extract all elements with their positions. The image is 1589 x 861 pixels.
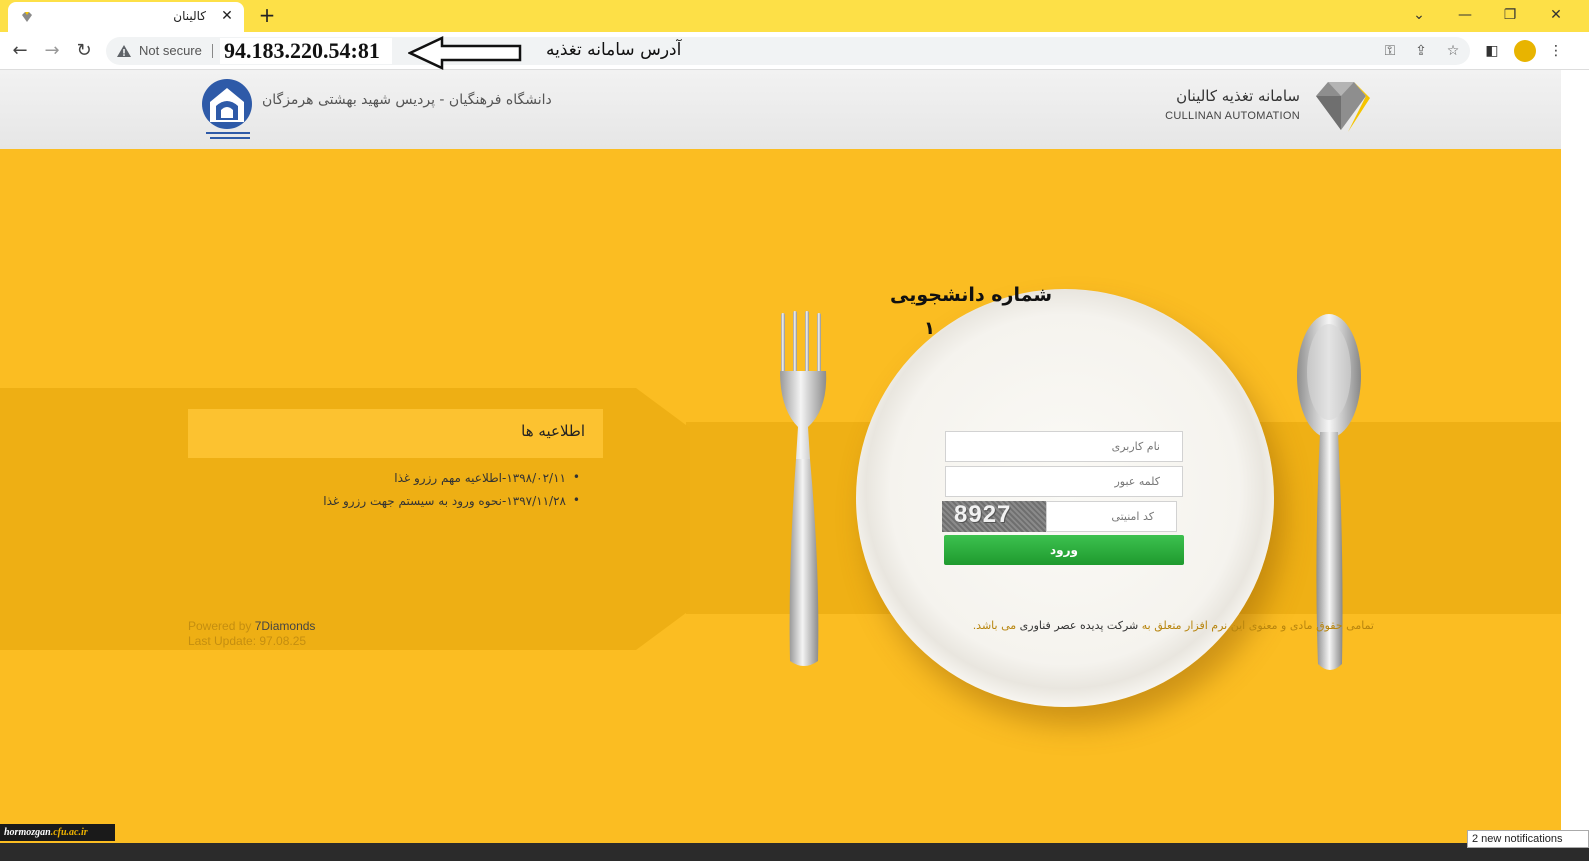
diamond-logo-icon[interactable]	[1308, 78, 1374, 134]
brand-subtitle: CULLINAN AUTOMATION	[1165, 110, 1300, 122]
username-input[interactable]: نام کاربری	[945, 431, 1183, 462]
star-bookmark-icon[interactable]: ☆	[1444, 42, 1462, 60]
news-list: ۱۳۹۸/۰۲/۱۱-اطلاعیه مهم رزرو غذا ۱۳۹۷/۱۱/…	[188, 470, 580, 517]
side-panel-icon[interactable]: ◧	[1482, 41, 1502, 61]
url-highlight: 94.183.220.54:81	[220, 38, 392, 64]
student-number-annotation: شماره دانشجویی	[890, 284, 1053, 306]
university-name: دانشگاه فرهنگیان - پردیس شهید بهشتی هرمز…	[262, 92, 552, 108]
site-watermark: hormozgan.cfu.ac.ir	[0, 824, 115, 841]
watermark-main: hormozgan	[4, 827, 51, 838]
address-bar[interactable]: Not secure 94.183.220.54:81 آدرس سامانه …	[106, 36, 1470, 70]
security-label[interactable]: Not secure	[139, 43, 202, 58]
main-content: اطلاعیه ها ۱۳۹۸/۰۲/۱۱-اطلاعیه مهم رزرو غ…	[0, 149, 1561, 843]
username-placeholder: نام کاربری	[1111, 440, 1160, 453]
tab-search-chevron-icon[interactable]: ⌄	[1408, 4, 1430, 26]
last-update: Last Update: 97.08.25	[188, 634, 307, 648]
powered-prefix: Powered by	[188, 619, 252, 633]
captcha-input[interactable]: کد امنیتی	[1046, 501, 1177, 532]
powered-by: Powered by 7Diamonds Last Update: 97.08.…	[188, 619, 315, 649]
fork-icon	[780, 311, 827, 666]
login-button[interactable]: ورود	[944, 535, 1184, 565]
watermark-domain: .cfu.ac.ir	[50, 827, 88, 838]
reload-icon[interactable]: ↻	[73, 40, 95, 62]
copyright-notice: تمامی حقوق مادی و معنوی این نرم افزار مت…	[973, 619, 1374, 632]
browser-tab[interactable]: کالینان ✕	[8, 2, 244, 32]
captcha-placeholder: کد امنیتی	[1111, 510, 1154, 523]
share-icon[interactable]: ⇪	[1412, 42, 1430, 60]
site-header: دانشگاه فرهنگیان - پردیس شهید بهشتی هرمز…	[0, 70, 1561, 149]
browser-tab-strip: کالینان ✕ + ⌄ — ❐ ✕	[0, 0, 1589, 32]
password-annotation: ۱	[924, 318, 935, 339]
powered-brand-link[interactable]: 7Diamonds	[255, 619, 316, 633]
rights-prefix: تمامی حقوق مادی و معنوی این نرم افزار مت…	[1141, 619, 1374, 632]
news-heading: اطلاعیه ها	[521, 422, 585, 440]
left-arrow-annotation-icon	[408, 36, 522, 70]
password-placeholder: کلمه عبور	[1114, 475, 1160, 488]
tab-close-icon[interactable]: ✕	[218, 7, 236, 25]
bottom-bar	[0, 843, 1589, 861]
restore-button[interactable]: ❐	[1499, 4, 1521, 26]
url-text[interactable]: 94.183.220.54:81	[224, 38, 380, 64]
news-item[interactable]: ۱۳۹۷/۱۱/۲۸-نحوه ورود به سیستم جهت رزرو غ…	[188, 493, 580, 508]
forward-arrow-icon[interactable]: →	[41, 40, 63, 62]
brand-title: سامانه تغذیه کالینان	[1176, 87, 1300, 105]
close-window-button[interactable]: ✕	[1545, 4, 1567, 26]
diamond-favicon-icon	[22, 12, 32, 22]
address-separator	[212, 44, 213, 58]
password-input[interactable]: کلمه عبور	[945, 466, 1183, 497]
profile-avatar[interactable]	[1514, 40, 1536, 62]
browser-toolbar: ← → ↻ Not secure 94.183.220.54:81 آدرس س…	[0, 32, 1589, 70]
university-logo-icon	[202, 79, 252, 139]
news-item[interactable]: ۱۳۹۸/۰۲/۱۱-اطلاعیه مهم رزرو غذا	[188, 470, 580, 485]
back-arrow-icon[interactable]: ←	[9, 40, 31, 62]
page-right-margin	[1561, 70, 1589, 843]
rights-suffix: می باشد.	[972, 619, 1017, 632]
kebab-menu-icon[interactable]: ⋮	[1546, 41, 1566, 61]
minimize-button[interactable]: —	[1454, 4, 1476, 26]
new-tab-button[interactable]: +	[256, 4, 278, 26]
tab-title: کالینان	[173, 9, 206, 23]
plate	[856, 289, 1274, 707]
key-icon[interactable]: ⚿	[1381, 42, 1399, 60]
company-link[interactable]: شرکت پدیده عصر فناوری	[1020, 619, 1139, 632]
captcha-image[interactable]: 8927	[942, 501, 1046, 532]
captcha-code: 8927	[954, 501, 1012, 528]
warning-triangle-icon	[117, 45, 131, 57]
address-annotation: آدرس سامانه تغذیه	[546, 40, 682, 60]
notification-toast[interactable]: 2 new notifications	[1467, 830, 1589, 848]
news-header: اطلاعیه ها	[188, 409, 603, 458]
